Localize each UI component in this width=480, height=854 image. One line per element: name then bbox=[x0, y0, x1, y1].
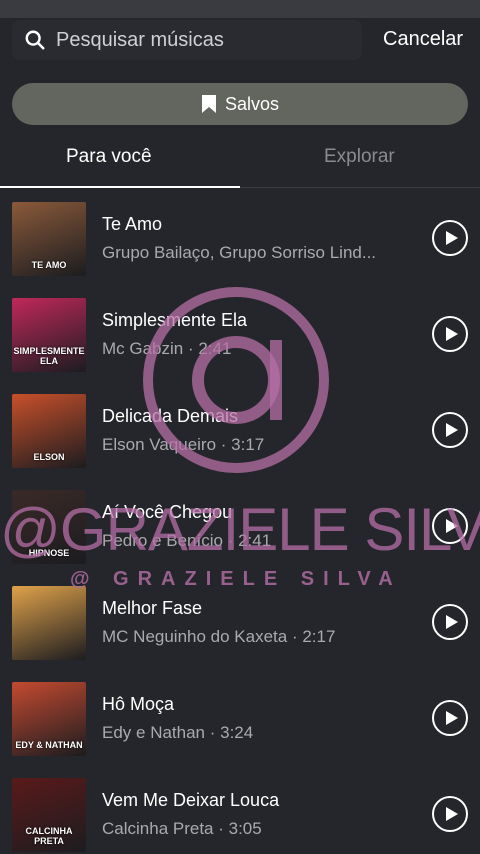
play-icon bbox=[445, 327, 458, 341]
tab-for-you[interactable]: Para você bbox=[66, 146, 152, 168]
search-input[interactable] bbox=[56, 28, 362, 52]
song-row[interactable]: CALCINHA PRETA Vem Me Deixar Louca Calcinh… bbox=[0, 764, 480, 854]
saved-button-label: Salvos bbox=[224, 93, 280, 114]
song-artist-duration: MC Neguinho do Kaxeta · 2:17 bbox=[102, 627, 336, 646]
song-title: Simplesmente Ela bbox=[102, 310, 248, 330]
song-artist-duration: Mc Gabzin · 2:41 bbox=[102, 339, 232, 358]
album-cover: EDY & NATHAN bbox=[12, 682, 86, 756]
album-cover-text: TE AMO bbox=[31, 260, 67, 270]
song-row[interactable]: ELSON Delicada Demais Elson Vaqueiro · 3:1… bbox=[0, 380, 480, 476]
song-title: Aí Você Chegou bbox=[102, 502, 233, 522]
song-artist-duration: Edy e Nathan · 3:24 bbox=[102, 723, 254, 742]
play-icon bbox=[445, 423, 458, 437]
play-icon bbox=[445, 519, 458, 533]
song-title: Vem Me Deixar Louca bbox=[102, 790, 280, 810]
album-cover-text: EDY & NATHAN bbox=[15, 740, 83, 750]
search-icon bbox=[25, 30, 45, 50]
music-picker-screen: Cancelar Salvos Para você Explorar TE AM… bbox=[0, 0, 480, 854]
saved-button[interactable]: Salvos bbox=[12, 83, 468, 125]
play-button[interactable] bbox=[432, 604, 468, 640]
play-button[interactable] bbox=[432, 700, 468, 736]
song-row[interactable]: Melhor Fase MC Neguinho do Kaxeta · 2:17 bbox=[0, 572, 480, 668]
song-row[interactable]: SIMPLESMENTE ELA Simplesmente Ela Mc Gabzi… bbox=[0, 284, 480, 380]
play-button[interactable] bbox=[432, 316, 468, 352]
search-bar[interactable] bbox=[12, 20, 362, 60]
song-row[interactable]: TE AMO Te Amo Grupo Bailaço, Grupo Sorriso… bbox=[0, 188, 480, 284]
play-icon bbox=[445, 231, 458, 245]
album-cover bbox=[12, 586, 86, 660]
play-icon bbox=[445, 615, 458, 629]
play-icon bbox=[445, 807, 458, 821]
song-list: TE AMO Te Amo Grupo Bailaço, Grupo Sorriso… bbox=[0, 188, 480, 854]
play-button[interactable] bbox=[432, 220, 468, 256]
play-button[interactable] bbox=[432, 796, 468, 832]
album-cover-text: CALCINHA PRETA bbox=[25, 826, 73, 846]
album-cover-text: HIPNOSE bbox=[28, 548, 70, 558]
song-row[interactable]: HIPNOSE Aí Você Chegou Pedro e Benício · 2… bbox=[0, 476, 480, 572]
song-title: Delicada Demais bbox=[102, 406, 239, 426]
album-cover: TE AMO bbox=[12, 202, 86, 276]
song-artist-duration: Grupo Bailaço, Grupo Sorriso Lind... bbox=[102, 243, 377, 262]
song-title: Melhor Fase bbox=[102, 598, 203, 618]
play-icon bbox=[445, 711, 458, 725]
album-cover: HIPNOSE bbox=[12, 490, 86, 564]
play-button[interactable] bbox=[432, 508, 468, 544]
song-artist-duration: Elson Vaqueiro · 3:17 bbox=[102, 435, 265, 454]
album-cover-text: SIMPLESMENTE ELA bbox=[13, 346, 85, 366]
album-cover: ELSON bbox=[12, 394, 86, 468]
song-artist-duration: Pedro e Benício · 2:41 bbox=[102, 531, 272, 550]
play-button[interactable] bbox=[432, 412, 468, 448]
album-cover: SIMPLESMENTE ELA bbox=[12, 298, 86, 372]
tab-explore[interactable]: Explorar bbox=[324, 146, 395, 168]
song-row[interactable]: EDY & NATHAN Hô Moça Edy e Nathan · 3:24 bbox=[0, 668, 480, 764]
album-cover-text: ELSON bbox=[33, 452, 65, 462]
bookmark-icon bbox=[201, 95, 216, 113]
cancel-button[interactable]: Cancelar bbox=[383, 28, 463, 51]
song-title: Hô Moça bbox=[102, 694, 175, 714]
album-cover: CALCINHA PRETA bbox=[12, 778, 86, 852]
status-strip bbox=[0, 0, 480, 18]
song-title: Te Amo bbox=[102, 214, 163, 234]
song-artist-duration: Calcinha Preta · 3:05 bbox=[102, 819, 262, 838]
